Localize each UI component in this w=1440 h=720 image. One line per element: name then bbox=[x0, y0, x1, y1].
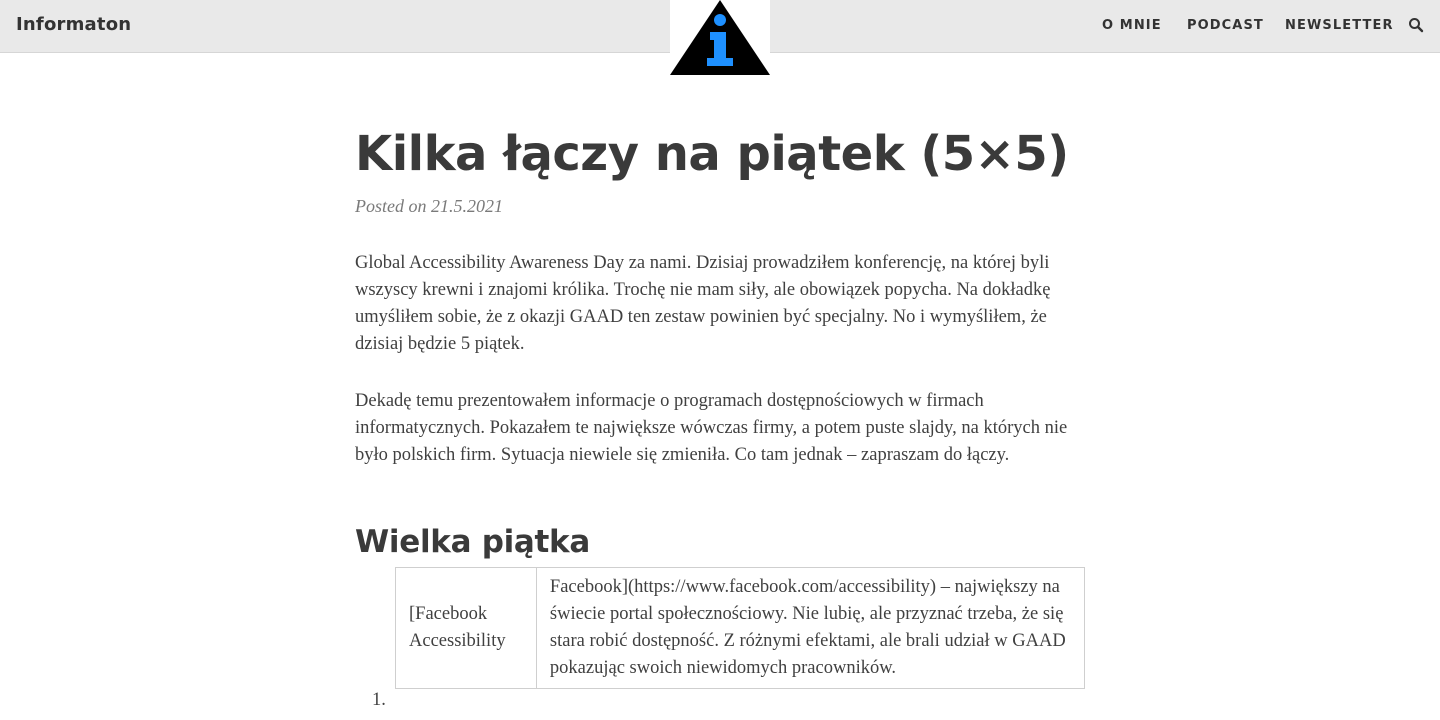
section-heading: Wielka piątka bbox=[355, 524, 590, 560]
post-title: Kilka łączy na piątek (5×5) bbox=[355, 126, 1069, 182]
info-triangle-icon bbox=[670, 0, 770, 75]
nav-item-o-mnie[interactable]: O MNIE bbox=[1102, 18, 1162, 33]
table-cell-link-name: [Facebook Accessibility bbox=[395, 567, 537, 689]
nav-item-newsletter[interactable]: NEWSLETTER bbox=[1285, 18, 1394, 33]
site-logo[interactable] bbox=[670, 0, 770, 75]
table-row: [Facebook Accessibility Facebook](https:… bbox=[395, 567, 1086, 689]
link-table: [Facebook Accessibility Facebook](https:… bbox=[395, 567, 1086, 689]
site-title-link[interactable]: Informaton bbox=[16, 14, 131, 35]
post-paragraph: Global Accessibility Awareness Day za na… bbox=[355, 253, 1051, 354]
search-icon[interactable] bbox=[1408, 17, 1426, 35]
list-item-number: 1. bbox=[372, 690, 386, 710]
nav-item-podcast[interactable]: PODCAST bbox=[1187, 18, 1264, 33]
post-paragraph: Dekadę temu prezentowałem informacje o p… bbox=[355, 391, 1068, 465]
post-date: Posted on 21.5.2021 bbox=[355, 196, 503, 216]
table-cell-description: Facebook](https://www.facebook.com/acces… bbox=[535, 567, 1086, 689]
